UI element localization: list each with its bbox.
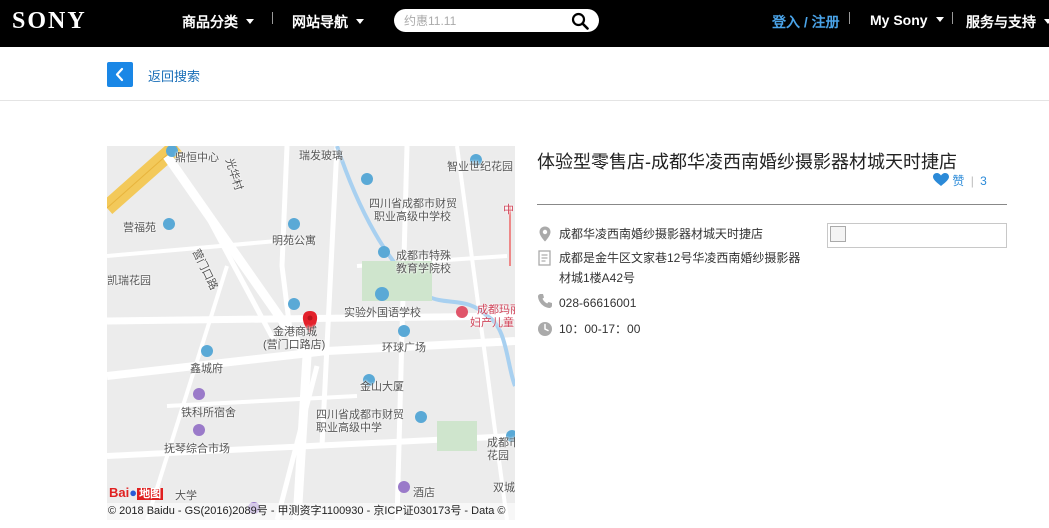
map-label: 教育学院校 bbox=[396, 263, 451, 275]
store-image bbox=[827, 223, 1007, 248]
map-label: 大学 bbox=[175, 490, 197, 502]
like-label: 赞 bbox=[952, 174, 965, 188]
nav-products-menu[interactable]: 商品分类 bbox=[182, 12, 254, 32]
map-label: 双城 bbox=[493, 482, 515, 494]
baidu-brand-map: 地图 bbox=[137, 488, 164, 500]
store-hours: 10：00-17：00 bbox=[559, 322, 641, 336]
heart-icon bbox=[933, 173, 949, 186]
title-divider bbox=[537, 204, 1007, 205]
broken-image-icon bbox=[830, 226, 846, 242]
map-label: 营福苑 bbox=[123, 222, 156, 234]
map-label: 酒店 bbox=[413, 487, 435, 499]
map-label: (营门口路店) bbox=[263, 339, 326, 351]
map-copyright: © 2018 Baidu - GS(2016)2089号 - 甲测资字11009… bbox=[107, 503, 515, 520]
store-map[interactable]: 瑞发玻璃 鼎恒中心 智业世纪花园 四川省成都市财贸 职业高级中学校 营福苑 明苑… bbox=[107, 146, 515, 520]
store-address-line1: 成都是金牛区文家巷12号华凌西南婚纱摄影器 bbox=[559, 251, 801, 265]
map-label: 实验外国语学校 bbox=[344, 307, 421, 319]
store-phone-row: 028-66616001 bbox=[537, 293, 817, 313]
like-count: 3 bbox=[980, 174, 987, 188]
nav-divider bbox=[849, 12, 850, 24]
top-nav-bar: SONY 商品分类 网站导航 登入 / 注册 My Sony 服务与支持 bbox=[0, 0, 1049, 47]
map-label: 瑞发玻璃 bbox=[299, 150, 343, 162]
search-input[interactable] bbox=[404, 11, 564, 30]
map-label: 职业高级中学 bbox=[316, 422, 382, 434]
like-button[interactable]: 赞 | 3 bbox=[933, 172, 987, 189]
nav-products-label: 商品分类 bbox=[182, 14, 238, 30]
store-address-line2: 材城1楼A42号 bbox=[559, 271, 636, 285]
map-label: 智业世纪花园 bbox=[447, 161, 513, 173]
nav-site-label: 网站导航 bbox=[292, 14, 348, 30]
service-support-label: 服务与支持 bbox=[966, 14, 1036, 30]
baidu-brand-text: Bai bbox=[109, 485, 130, 500]
map-label: 鑫城府 bbox=[190, 363, 223, 375]
chevron-down-icon bbox=[935, 16, 944, 22]
nav-site-menu[interactable]: 网站导航 bbox=[292, 12, 364, 32]
back-button[interactable] bbox=[107, 62, 133, 87]
chevron-down-icon bbox=[246, 18, 254, 24]
sony-logo[interactable]: SONY bbox=[12, 8, 87, 35]
map-label: 明苑公寓 bbox=[272, 235, 316, 247]
map-label: 花园 bbox=[487, 450, 509, 462]
store-name: 成都华凌西南婚纱摄影器材城天时捷店 bbox=[559, 227, 764, 241]
search-icon[interactable] bbox=[571, 12, 589, 30]
map-label: 职业高级中学校 bbox=[374, 211, 451, 223]
clock-icon bbox=[538, 322, 552, 336]
store-hours-row: 10：00-17：00 bbox=[537, 319, 817, 339]
chevron-down-icon bbox=[1044, 18, 1049, 24]
nav-divider bbox=[952, 12, 953, 24]
nav-divider bbox=[272, 12, 273, 24]
store-name-row: 成都华凌西南婚纱摄影器材城天时捷店 bbox=[537, 224, 817, 244]
sub-nav-bar: 返回搜索 bbox=[0, 47, 1049, 101]
map-label: 中 bbox=[503, 204, 514, 216]
map-label: 抚琴综合市场 bbox=[164, 443, 230, 455]
address-document-icon bbox=[538, 250, 551, 266]
location-pin-icon bbox=[539, 226, 551, 242]
store-title: 体验型零售店-成都华凌西南婚纱摄影器材城天时捷店 bbox=[537, 152, 957, 172]
search-box bbox=[394, 9, 599, 32]
my-sony-label: My Sony bbox=[870, 12, 928, 28]
map-label: 妇产儿童 bbox=[470, 317, 514, 329]
back-to-search-link[interactable]: 返回搜索 bbox=[148, 66, 200, 85]
login-register-link[interactable]: 登入 / 注册 bbox=[772, 12, 840, 32]
map-label: 凯瑞花园 bbox=[107, 275, 151, 287]
map-label: 鼎恒中心 bbox=[175, 152, 219, 164]
baidu-map-logo[interactable]: Bai● 地图 bbox=[109, 485, 164, 501]
store-phone: 028-66616001 bbox=[559, 296, 637, 310]
chevron-left-icon bbox=[115, 67, 124, 82]
map-label: 环球广场 bbox=[382, 342, 426, 354]
like-divider: | bbox=[970, 174, 974, 188]
my-sony-menu[interactable]: My Sony bbox=[870, 12, 944, 28]
map-label: 铁科所宿舍 bbox=[181, 407, 236, 419]
map-label: 金山大厦 bbox=[360, 381, 404, 393]
service-support-menu[interactable]: 服务与支持 bbox=[966, 12, 1049, 32]
chevron-down-icon bbox=[356, 18, 364, 24]
phone-icon bbox=[538, 294, 552, 308]
store-address-row: 成都是金牛区文家巷12号华凌西南婚纱摄影器 材城1楼A42号 bbox=[537, 248, 817, 288]
